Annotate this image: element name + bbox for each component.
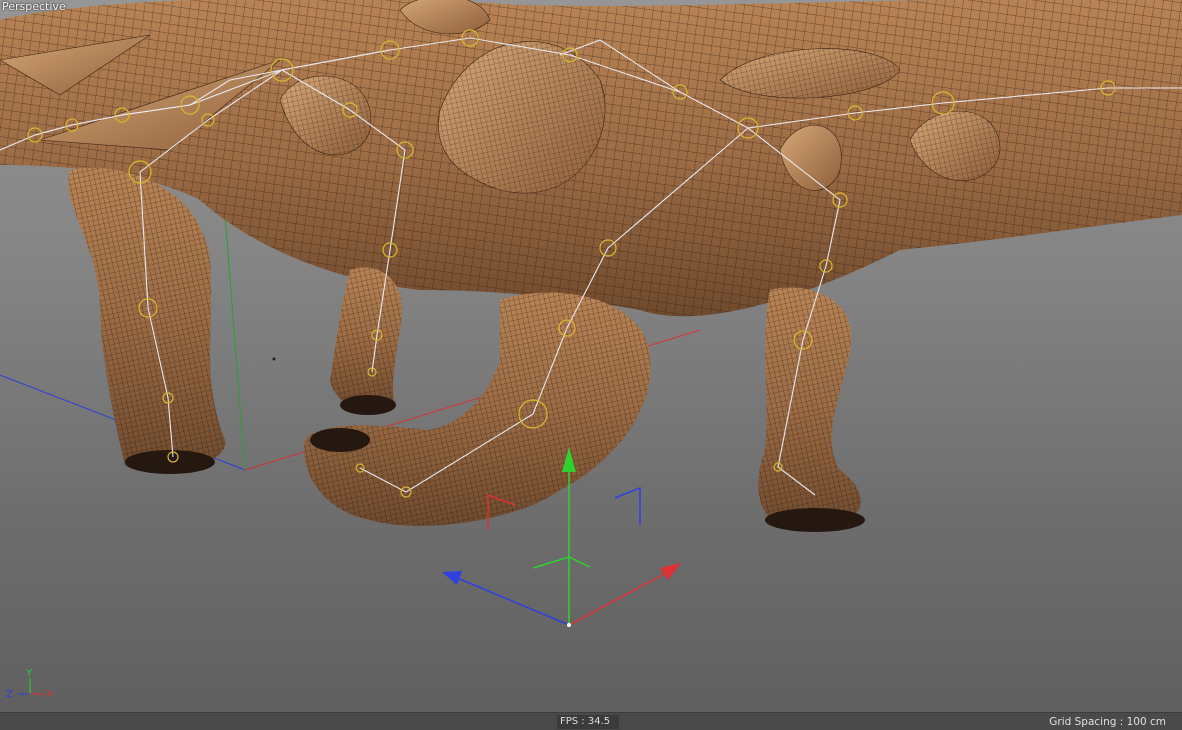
creature-mesh[interactable] — [0, 0, 1182, 532]
viewport-camera-label[interactable]: Perspective — [2, 0, 66, 13]
scene-canvas[interactable] — [0, 0, 1182, 712]
viewport-status-bar: FPS : 34.5 Grid Spacing : 100 cm — [0, 712, 1182, 730]
axis-z-label: Z — [6, 689, 13, 700]
3d-viewport[interactable]: Perspective Y X Z FPS : 34.5 Grid Spacin… — [0, 0, 1182, 730]
axis-y-label: Y — [25, 668, 33, 679]
axis-x-label: X — [46, 689, 53, 700]
axis-indicator-icon: Y X Z — [6, 668, 53, 700]
grid-spacing-readout: Grid Spacing : 100 cm — [1049, 716, 1166, 728]
scene-point — [272, 357, 276, 361]
fps-readout: FPS : 34.5 — [557, 715, 619, 729]
